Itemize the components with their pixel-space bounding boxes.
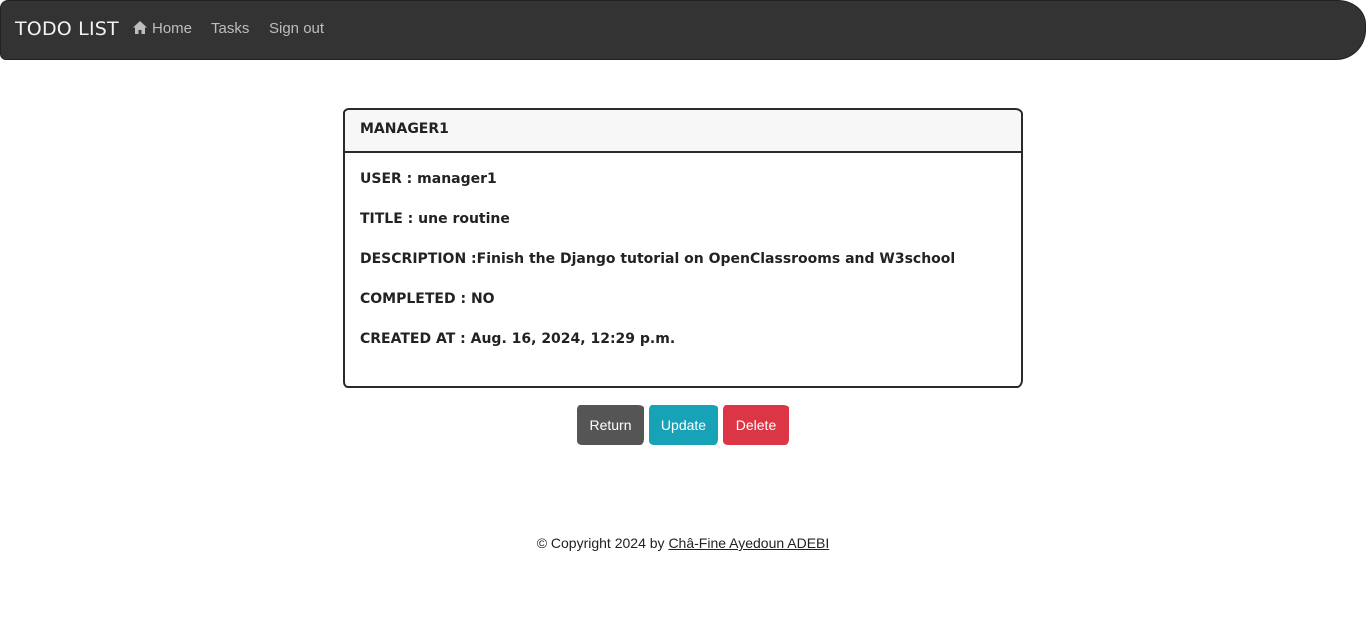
field-created-at: CREATED AT : Aug. 16, 2024, 12:29 p.m. (360, 331, 1006, 349)
brand-logo[interactable]: TODO LIST (15, 18, 119, 40)
field-completed-value: NO (470, 291, 495, 307)
field-title-value: une routine (418, 211, 510, 227)
field-created-at-label: CREATED AT : (360, 331, 466, 347)
delete-button[interactable]: Delete (723, 405, 789, 445)
nav-home-label: Home (152, 20, 193, 37)
nav-tasks-link[interactable]: Tasks (211, 20, 249, 37)
return-button[interactable]: Return (577, 405, 644, 445)
field-description: DESCRIPTION :Finish the Django tutorial … (360, 251, 1006, 269)
card-body: USER : manager1 TITLE : une routine DESC… (345, 153, 1021, 349)
home-icon (133, 21, 147, 34)
field-description-label: DESCRIPTION : (360, 251, 477, 267)
field-created-at-value: Aug. 16, 2024, 12:29 p.m. (470, 331, 676, 347)
field-description-value: Finish the Django tutorial on OpenClassr… (476, 251, 956, 267)
field-user: USER : manager1 (360, 171, 1006, 189)
top-navbar: TODO LIST Home Tasks Sign out (0, 0, 1366, 60)
field-completed: COMPLETED : NO (360, 291, 1006, 309)
field-user-value: manager1 (417, 171, 497, 187)
nav-signout-link[interactable]: Sign out (269, 20, 324, 37)
field-completed-label: COMPLETED : (360, 291, 467, 307)
field-user-label: USER : (360, 171, 413, 187)
task-detail-card: MANAGER1 USER : manager1 TITLE : une rou… (343, 108, 1023, 388)
update-button[interactable]: Update (649, 405, 718, 445)
field-title-label: TITLE : (360, 211, 414, 227)
field-title: TITLE : une routine (360, 211, 1006, 229)
footer-author-link[interactable]: Châ-Fine Ayedoun ADEBI (668, 535, 829, 551)
footer: © Copyright 2024 by Châ-Fine Ayedoun ADE… (0, 535, 1366, 551)
footer-copyright: © Copyright 2024 by (536, 535, 665, 551)
nav-home-link[interactable]: Home (133, 20, 192, 37)
card-header: MANAGER1 (345, 110, 1021, 153)
